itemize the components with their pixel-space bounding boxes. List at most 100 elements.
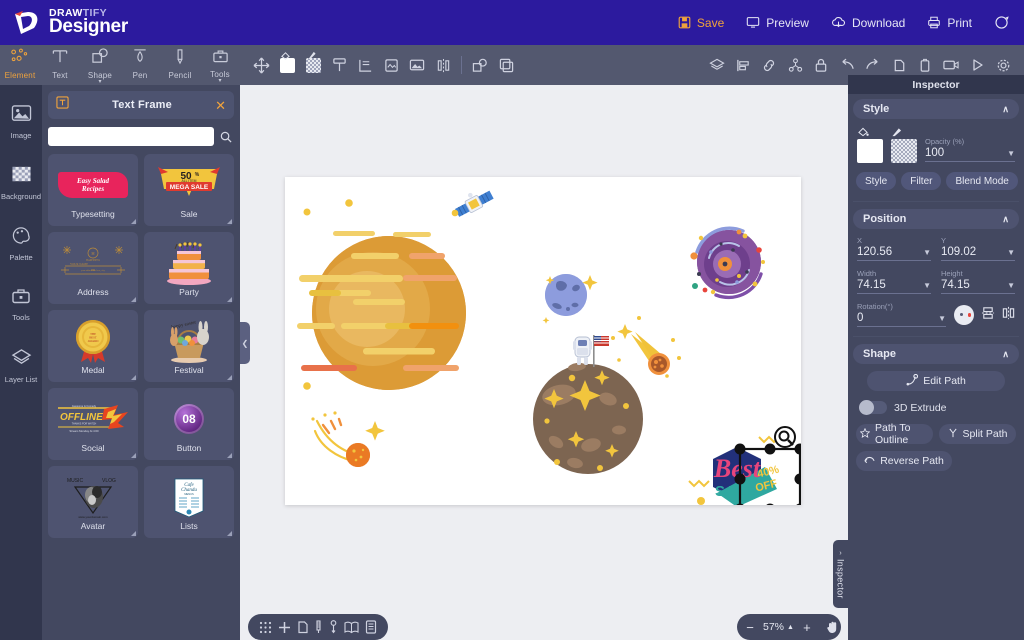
layers-button[interactable]: [707, 52, 728, 78]
card-thumbnail: THE BEST AWARD: [53, 318, 133, 364]
flip-horizontal-icon[interactable]: [1002, 306, 1015, 325]
flip-horizontal-button[interactable]: [433, 52, 454, 78]
card-resize-handle[interactable]: [227, 219, 232, 224]
card-resize-handle[interactable]: [131, 453, 136, 458]
tooltab-pen[interactable]: Pen: [120, 45, 160, 85]
help-button[interactable]: [994, 15, 1010, 30]
rotation-anchor-icon[interactable]: [954, 305, 974, 325]
rail-item-image[interactable]: Image: [0, 97, 42, 146]
extrude-toggle[interactable]: [859, 401, 887, 414]
spread-view-icon[interactable]: [344, 621, 359, 634]
split-path-button[interactable]: Split Path: [939, 424, 1016, 444]
rail-item-layer-list[interactable]: Layer List: [0, 341, 42, 390]
close-icon[interactable]: ✕: [215, 99, 226, 112]
template-card-medal[interactable]: THE BEST AWARD Medal: [48, 310, 138, 382]
edit-path-button[interactable]: Edit Path: [867, 371, 1005, 391]
rotation-value-row[interactable]: 0 ▼: [857, 312, 946, 327]
tooltab-label: Pen: [133, 71, 148, 80]
page-list-icon[interactable]: [365, 620, 377, 634]
filter-button[interactable]: Filter: [901, 172, 941, 190]
blend-mode-button[interactable]: Blend Mode: [946, 172, 1017, 190]
group-shapes-button[interactable]: [470, 52, 491, 78]
template-card-lists[interactable]: Cafe Chandu MENUS Lists: [144, 466, 234, 538]
tooltab-tools[interactable]: Tools ▾: [200, 45, 240, 85]
zoom-value-button[interactable]: 57% ▲: [763, 621, 794, 633]
tooltab-label: Element: [5, 71, 36, 80]
move-tool-button[interactable]: [251, 52, 272, 78]
template-card-sale[interactable]: MEGA SALE 50 % ALL ITEM Sale: [144, 154, 234, 226]
inspector-collapse-tab[interactable]: › Inspector: [833, 540, 848, 608]
template-card-avatar[interactable]: MUSIC VLOG www.yourdomain.com Avatar: [48, 466, 138, 538]
hand-tool-button[interactable]: [820, 620, 846, 634]
fill-color-swatch[interactable]: [857, 139, 883, 163]
card-resize-handle[interactable]: [227, 297, 232, 302]
card-resize-handle[interactable]: [131, 375, 136, 380]
card-thumbnail: H HAPPINESS YOUR NAME your address line …: [53, 240, 133, 286]
style-button[interactable]: Style: [856, 172, 896, 190]
template-card-festival[interactable]: happy easter Festival: [144, 310, 234, 382]
width-value-row[interactable]: 74.15 ▼: [857, 279, 931, 294]
zoom-out-button[interactable]: −: [737, 620, 763, 635]
template-card-social[interactable]: Awesome & Comedy OFFLINE THANKS FOR WATC…: [48, 388, 138, 460]
opacity-value-row[interactable]: 100 ▼: [925, 147, 1015, 162]
template-card-address[interactable]: H HAPPINESS YOUR NAME your address line …: [48, 232, 138, 304]
paint-bucket-button[interactable]: [329, 52, 350, 78]
preview-button[interactable]: Preview: [746, 16, 809, 30]
card-resize-handle[interactable]: [227, 531, 232, 536]
canvas-area[interactable]: Best SALE 40% OFF: [240, 85, 848, 640]
rail-item-palette[interactable]: Palette: [0, 219, 42, 268]
design-page[interactable]: Best SALE 40% OFF: [285, 177, 801, 505]
fill-color-swatch-button[interactable]: [277, 52, 298, 78]
card-resize-handle[interactable]: [227, 375, 232, 380]
zoom-in-button[interactable]: +: [794, 620, 820, 635]
height-value-row[interactable]: 74.15 ▼: [941, 279, 1015, 294]
position-section-header[interactable]: Position ∧: [853, 209, 1019, 229]
download-button[interactable]: Download: [831, 16, 905, 30]
lock-button[interactable]: [811, 52, 832, 78]
align-edges-button[interactable]: [355, 52, 376, 78]
grid-icon[interactable]: [259, 621, 272, 634]
template-card-typesetting[interactable]: Easy SaladRecipes Typesetting: [48, 154, 138, 226]
y-value-row[interactable]: 109.02 ▼: [941, 246, 1015, 261]
template-card-party[interactable]: Party: [144, 232, 234, 304]
rail-item-tools[interactable]: Tools: [0, 280, 42, 329]
svg-text:Stream Monday At 4:00: Stream Monday At 4:00: [69, 429, 99, 433]
shape-section-header[interactable]: Shape ∧: [853, 344, 1019, 364]
save-button[interactable]: Save: [678, 16, 724, 30]
card-resize-handle[interactable]: [131, 531, 136, 536]
plus-icon[interactable]: [278, 621, 291, 634]
x-value-row[interactable]: 120.56 ▼: [857, 246, 931, 261]
card-resize-handle[interactable]: [131, 219, 136, 224]
card-resize-handle[interactable]: [131, 297, 136, 302]
panel-collapse-handle[interactable]: ❮: [240, 322, 250, 364]
page-copy-icon[interactable]: [297, 620, 309, 634]
tooltab-text[interactable]: Text: [40, 45, 80, 85]
link-button[interactable]: [759, 52, 780, 78]
flip-vertical-icon[interactable]: [981, 306, 995, 325]
template-card-button[interactable]: 08 Button: [144, 388, 234, 460]
duplicate-button[interactable]: [496, 52, 517, 78]
rail-item-background[interactable]: Background: [0, 158, 42, 207]
effects-button[interactable]: [381, 52, 402, 78]
group-button[interactable]: [785, 52, 806, 78]
image-frame-button[interactable]: [407, 52, 428, 78]
stroke-sw-wrap: [891, 126, 917, 163]
ruler-vertical-icon[interactable]: [314, 620, 323, 634]
align-left-button[interactable]: [733, 52, 754, 78]
rotation-label: Rotation(°): [857, 302, 946, 311]
search-input[interactable]: [48, 127, 214, 146]
brand-logo-area[interactable]: DRAWTIFY Designer: [0, 8, 128, 38]
search-icon[interactable]: [218, 127, 234, 146]
reverse-path-button[interactable]: Reverse Path: [856, 451, 952, 471]
tooltab-shape[interactable]: Shape ▾: [80, 45, 120, 85]
tooltab-pencil[interactable]: Pencil: [160, 45, 200, 85]
card-resize-handle[interactable]: [227, 453, 232, 458]
style-section-header[interactable]: Style ∧: [853, 99, 1019, 119]
guide-icon[interactable]: [329, 620, 338, 634]
x-field: X 120.56 ▼: [857, 236, 931, 261]
stroke-color-swatch[interactable]: [891, 139, 917, 163]
path-to-outline-button[interactable]: Path To Outline: [856, 424, 933, 444]
stroke-color-swatch-button[interactable]: [303, 52, 324, 78]
print-button[interactable]: Print: [927, 16, 972, 30]
tooltab-element[interactable]: Element: [0, 45, 40, 85]
